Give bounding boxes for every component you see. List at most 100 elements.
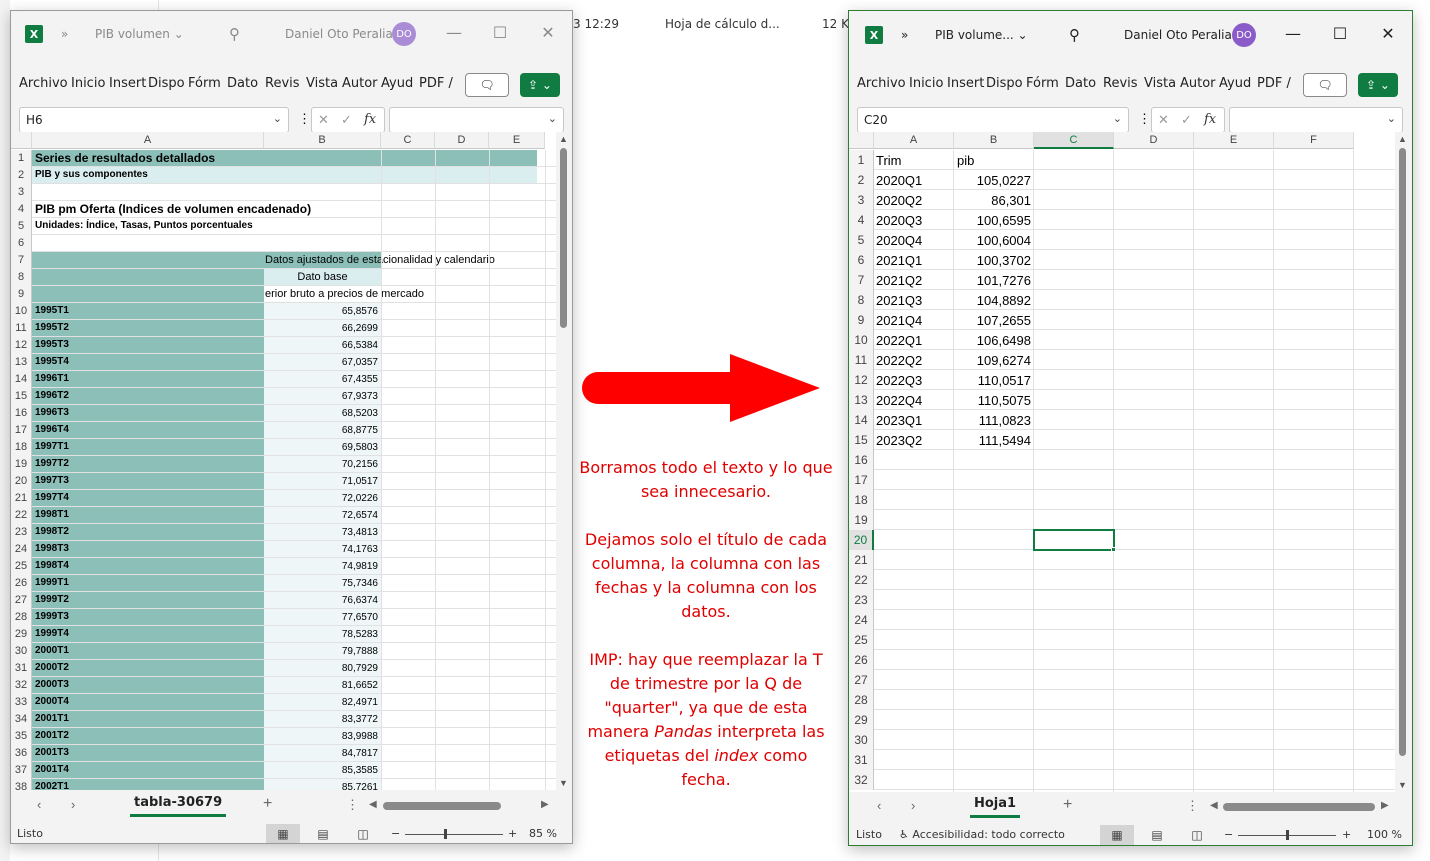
- cell-a[interactable]: 1999T3: [35, 611, 267, 622]
- scroll-right-icon[interactable]: ▶: [541, 799, 549, 810]
- ribbon-tab-10[interactable]: PDF /: [419, 76, 453, 91]
- cell-a[interactable]: 1996T1: [35, 373, 267, 384]
- cell-b[interactable]: 71,0517: [264, 476, 378, 487]
- cell-a[interactable]: 1998T3: [35, 543, 267, 554]
- cell-b[interactable]: 72,6574: [264, 510, 378, 521]
- scroll-down-icon[interactable]: ▼: [559, 778, 568, 788]
- scroll-left-icon[interactable]: ◀: [369, 799, 377, 810]
- select-all-corner[interactable]: [849, 132, 874, 149]
- scroll-up-icon[interactable]: ▲: [559, 134, 568, 144]
- cell-b[interactable]: 68,5203: [264, 408, 378, 419]
- cell-a[interactable]: 1995T2: [35, 322, 267, 333]
- cell-a[interactable]: 2022Q2: [876, 353, 922, 368]
- row-header[interactable]: 10: [849, 330, 874, 350]
- cell-b[interactable]: pib: [957, 153, 974, 168]
- row-header[interactable]: 5: [11, 218, 32, 235]
- column-header-D[interactable]: D: [435, 132, 489, 149]
- row-header[interactable]: 10: [11, 303, 32, 320]
- row-header[interactable]: 22: [849, 570, 874, 590]
- cell-b[interactable]: 74,1763: [264, 544, 378, 555]
- scroll-thumb[interactable]: [1399, 148, 1406, 756]
- column-header-B[interactable]: B: [954, 132, 1034, 149]
- page-break-icon[interactable]: ◫: [1180, 825, 1214, 845]
- ribbon-tab-6[interactable]: Revis: [1103, 76, 1138, 91]
- row-header[interactable]: 1: [11, 150, 32, 167]
- cell-b[interactable]: 81,6652: [264, 680, 378, 691]
- row-header[interactable]: 7: [849, 270, 874, 290]
- row-header[interactable]: 36: [11, 745, 32, 762]
- row-header[interactable]: 11: [849, 350, 874, 370]
- cell-a[interactable]: 2021Q1: [876, 253, 922, 268]
- row-header[interactable]: 16: [849, 450, 874, 470]
- row-header[interactable]: 21: [11, 490, 32, 507]
- name-box[interactable]: C20 ⌄: [857, 107, 1129, 133]
- column-header-C[interactable]: C: [381, 132, 435, 149]
- cell-b[interactable]: 78,5283: [264, 629, 378, 640]
- cell-a[interactable]: 1997T1: [35, 441, 267, 452]
- cell-a[interactable]: 1995T1: [35, 305, 267, 316]
- column-header-F[interactable]: F: [1274, 132, 1354, 149]
- row-header[interactable]: 19: [849, 510, 874, 530]
- more-options-icon[interactable]: ⋮: [298, 111, 311, 127]
- maximize-icon[interactable]: ☐: [485, 23, 515, 42]
- cell-b[interactable]: Dato base: [264, 271, 381, 283]
- zoom-level[interactable]: 100 %: [1367, 828, 1402, 841]
- row-header[interactable]: 9: [11, 286, 32, 303]
- cell-a[interactable]: Series de resultados detallados: [35, 151, 267, 165]
- cell-b[interactable]: 80,7929: [264, 663, 378, 674]
- row-header[interactable]: 19: [11, 456, 32, 473]
- row-header[interactable]: 3: [849, 190, 874, 210]
- column-header-C[interactable]: C: [1034, 132, 1114, 149]
- row-header[interactable]: 20: [849, 530, 874, 550]
- cell-a[interactable]: 1997T3: [35, 475, 267, 486]
- row-header[interactable]: 30: [11, 643, 32, 660]
- page-layout-icon[interactable]: ▤: [306, 824, 340, 843]
- cell-b[interactable]: 86,301: [954, 193, 1031, 208]
- function-icon[interactable]: fx: [1204, 112, 1216, 127]
- cell-b[interactable]: 85,3585: [264, 765, 378, 776]
- ribbon-tab-4[interactable]: Fórm: [188, 76, 221, 91]
- cell-a[interactable]: 1996T4: [35, 424, 267, 435]
- row-header[interactable]: 12: [11, 337, 32, 354]
- vertical-scrollbar[interactable]: ▲ ▼: [1395, 132, 1409, 792]
- cell-b[interactable]: 106,6498: [954, 333, 1031, 348]
- cell-b[interactable]: 83,9988: [264, 731, 378, 742]
- cell-b[interactable]: 66,2699: [264, 323, 378, 334]
- zoom-slider-knob[interactable]: [1286, 830, 1289, 840]
- cell-b[interactable]: 111,5494: [954, 433, 1031, 448]
- cell-a[interactable]: 2022Q4: [876, 393, 922, 408]
- scroll-right-icon[interactable]: ▶: [1381, 800, 1389, 811]
- cell-a[interactable]: 1999T2: [35, 594, 267, 605]
- cell-a[interactable]: Unidades: Índice, Tasas, Puntos porcentu…: [35, 220, 267, 231]
- more-sheets-icon[interactable]: ⋮: [346, 797, 359, 813]
- row-header[interactable]: 21: [849, 550, 874, 570]
- ribbon-tab-2[interactable]: Insert: [947, 76, 984, 91]
- cell-a[interactable]: 1997T4: [35, 492, 267, 503]
- row-header[interactable]: 23: [11, 524, 32, 541]
- cell-a[interactable]: 2001T1: [35, 713, 267, 724]
- cell-a[interactable]: 2020Q2: [876, 193, 922, 208]
- row-header[interactable]: 6: [11, 235, 32, 252]
- row-header[interactable]: 31: [849, 750, 874, 770]
- cell-a[interactable]: 1995T4: [35, 356, 267, 367]
- cell-b[interactable]: Datos ajustados de estacionalidad y cale…: [265, 254, 495, 266]
- formula-input[interactable]: ⌄: [1229, 107, 1403, 133]
- row-header[interactable]: 24: [849, 610, 874, 630]
- column-header-E[interactable]: E: [489, 132, 545, 149]
- cell-a[interactable]: 2021Q3: [876, 293, 922, 308]
- cell-b[interactable]: erior bruto a precios de mercado: [265, 288, 424, 300]
- zoom-out-icon[interactable]: −: [391, 827, 400, 840]
- cell-b[interactable]: 67,0357: [264, 357, 378, 368]
- row-header[interactable]: 25: [11, 558, 32, 575]
- scroll-down-icon[interactable]: ▼: [1398, 780, 1407, 790]
- row-header[interactable]: 2: [849, 170, 874, 190]
- ribbon-tab-4[interactable]: Fórm: [1026, 76, 1059, 91]
- cell-b[interactable]: 74,9819: [264, 561, 378, 572]
- row-header[interactable]: 12: [849, 370, 874, 390]
- maximize-icon[interactable]: ☐: [1325, 24, 1355, 43]
- row-header[interactable]: 23: [849, 590, 874, 610]
- row-header[interactable]: 20: [11, 473, 32, 490]
- cell-a[interactable]: 2000T3: [35, 679, 267, 690]
- sheet-tab[interactable]: Hoja1: [970, 794, 1021, 818]
- cell-a[interactable]: 2021Q4: [876, 313, 922, 328]
